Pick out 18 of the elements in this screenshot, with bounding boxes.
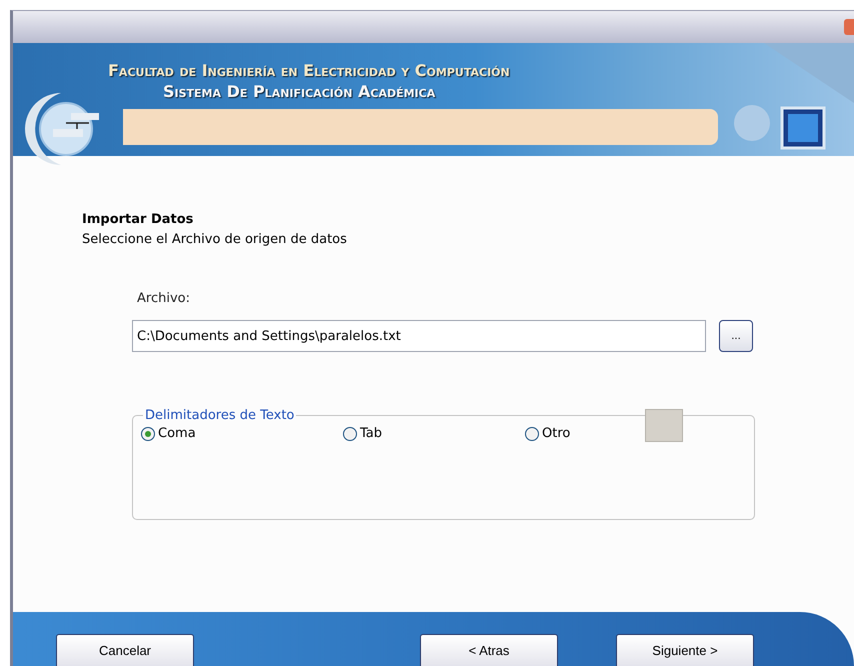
- radio-label: Otro: [542, 426, 570, 441]
- banner-subtitle: Sistema De Planificación Académica: [163, 82, 436, 101]
- banner-title: Facultad de Ingeniería en Electricidad y Computación: [108, 61, 510, 80]
- group-legend: Delimitadores de Texto: [143, 408, 296, 423]
- radio-label: Tab: [360, 426, 382, 441]
- file-label: Archivo:: [137, 291, 191, 306]
- browse-button[interactable]: ...: [719, 320, 753, 352]
- radio-label: Coma: [158, 426, 196, 441]
- radio-button[interactable]: [525, 426, 539, 440]
- file-path-field[interactable]: C:\Documents and Settings\paralelos.txt: [132, 320, 706, 352]
- section-heading: Importar Datos: [82, 212, 194, 227]
- radio-button[interactable]: [141, 426, 155, 440]
- wizard-button[interactable]: < Atras: [420, 634, 558, 666]
- radio-button[interactable]: [343, 426, 357, 440]
- wizard-button[interactable]: Cancelar: [56, 634, 194, 666]
- instruction-text: Seleccione el Archivo de origen de datos: [82, 232, 348, 247]
- delimiter-input-swatch[interactable]: [645, 409, 683, 442]
- wizard-button[interactable]: Siguiente >: [616, 634, 754, 666]
